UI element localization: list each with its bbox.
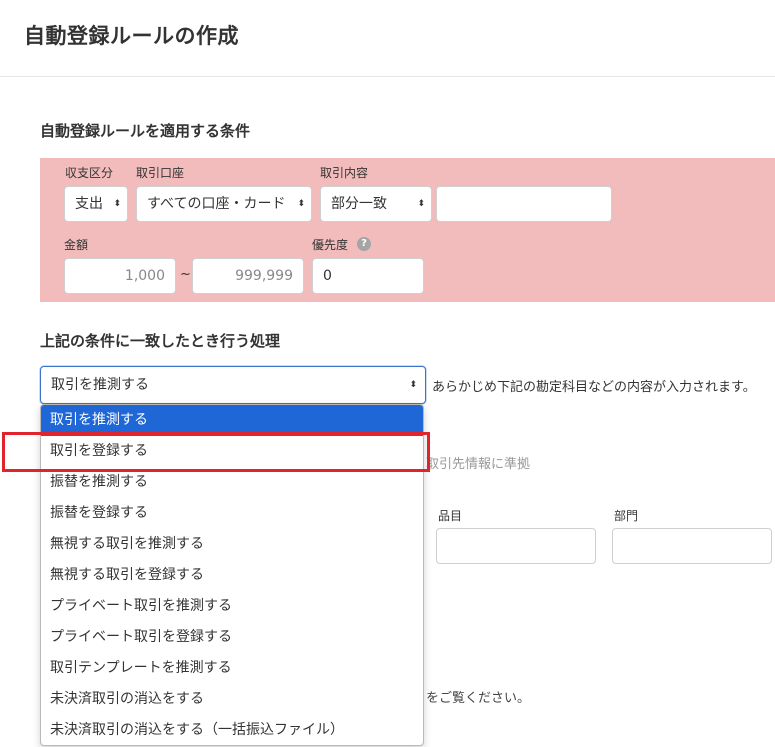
item-input[interactable] — [436, 528, 596, 564]
conditions-panel: 収支区分 取引口座 取引内容 支出 ⬍ すべての口座・カード ⬍ 部分一致 ⬍ … — [40, 158, 775, 302]
see-note: をご覧ください。 — [426, 691, 531, 706]
income-expense-select[interactable]: 支出 ⬍ — [64, 186, 128, 222]
income-expense-label: 収支区分 — [65, 166, 114, 180]
select-arrows-icon: ⬍ — [417, 199, 425, 209]
dropdown-option[interactable]: プライベート取引を推測する — [41, 591, 423, 622]
rule-create-page: 自動登録ルールの作成 自動登録ルールを適用する条件 収支区分 取引口座 取引内容… — [0, 0, 775, 747]
department-label: 部門 — [614, 509, 639, 523]
dropdown-option[interactable]: 無視する取引を登録する — [41, 560, 423, 591]
action-select-value: 取引を推測する — [51, 377, 149, 393]
page-title: 自動登録ルールの作成 — [24, 24, 239, 48]
select-arrows-icon: ⬍ — [297, 199, 305, 209]
item-label: 品目 — [438, 509, 463, 523]
dropdown-option[interactable]: プライベート取引を登録する — [41, 622, 423, 653]
content-text-input[interactable] — [436, 186, 612, 222]
priority-label: 優先度 — [312, 238, 349, 252]
amount-label: 金額 — [64, 238, 89, 252]
dropdown-option[interactable]: 未決済取引の消込をする — [41, 684, 423, 715]
priority-input[interactable]: 0 — [312, 258, 424, 294]
account-label: 取引口座 — [136, 166, 185, 180]
amount-range-tilde: ~ — [180, 267, 191, 282]
title-bar: 自動登録ルールの作成 — [0, 0, 775, 77]
content-match-value: 部分一致 — [331, 196, 387, 212]
partner-note: 取引先情報に準拠 — [426, 457, 531, 472]
highlight-annotation-box — [2, 432, 430, 472]
conditions-section-title: 自動登録ルールを適用する条件 — [40, 122, 251, 140]
select-arrows-icon: ⬍ — [409, 380, 417, 390]
account-value: すべての口座・カード — [147, 196, 286, 212]
dropdown-option[interactable]: 未決済取引の消込をする（一括振込ファイル） — [41, 715, 423, 745]
action-select[interactable]: 取引を推測する ⬍ — [40, 366, 426, 404]
amount-max-input[interactable]: 999,999 — [192, 258, 304, 294]
account-select[interactable]: すべての口座・カード ⬍ — [136, 186, 312, 222]
content-label: 取引内容 — [320, 166, 369, 180]
action-section-title: 上記の条件に一致したとき行う処理 — [40, 332, 281, 350]
help-icon[interactable]: ? — [357, 237, 371, 251]
dropdown-option[interactable]: 取引テンプレートを推測する — [41, 653, 423, 684]
action-hint: あらかじめ下記の勘定科目などの内容が入力されます。 — [432, 380, 756, 395]
amount-min-input[interactable]: 1,000 — [64, 258, 176, 294]
content-match-select[interactable]: 部分一致 ⬍ — [320, 186, 432, 222]
income-expense-value: 支出 — [75, 196, 103, 212]
department-input[interactable] — [612, 528, 772, 564]
select-arrows-icon: ⬍ — [113, 199, 121, 209]
dropdown-option[interactable]: 振替を登録する — [41, 498, 423, 529]
dropdown-option[interactable]: 無視する取引を推測する — [41, 529, 423, 560]
